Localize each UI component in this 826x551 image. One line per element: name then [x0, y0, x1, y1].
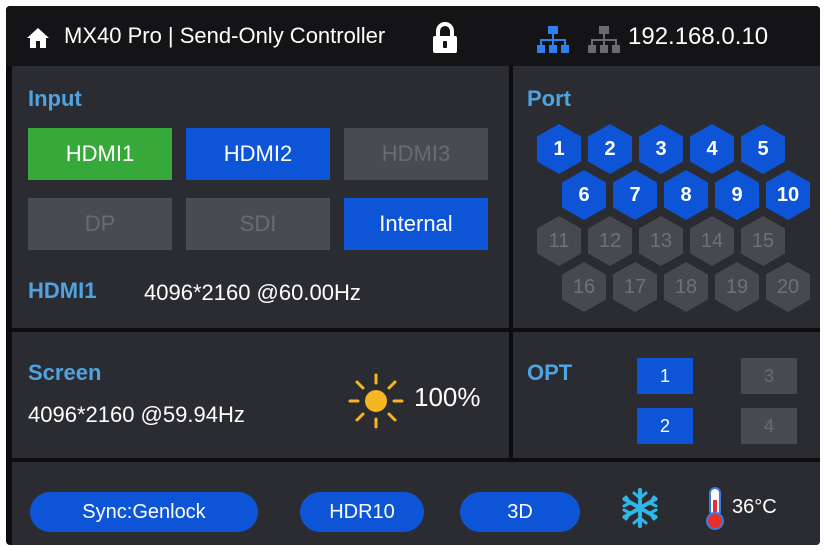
screen-resolution: 4096*2160 @59.94Hz [28, 402, 245, 427]
port-17[interactable]: 17 [613, 262, 657, 312]
port-4[interactable]: 4 [690, 124, 734, 174]
port-19[interactable]: 19 [715, 262, 759, 312]
port-6[interactable]: 6 [562, 170, 606, 220]
input-source-resolution: 4096*2160 @60.00Hz [144, 280, 361, 305]
port-10[interactable]: 10 [766, 170, 810, 220]
network-icon [537, 26, 569, 53]
controller-screen: MX40 Pro | Send-Only Controller 192.168.… [6, 6, 820, 545]
port-2[interactable]: 2 [588, 124, 632, 174]
port-12[interactable]: 12 [588, 216, 632, 266]
port-14[interactable]: 14 [690, 216, 734, 266]
snowflake-icon [622, 488, 658, 528]
port-16[interactable]: 16 [562, 262, 606, 312]
3d-button[interactable]: 3D [460, 492, 580, 532]
opt-panel: OPT 1 2 3 4 [513, 332, 820, 458]
port-11[interactable]: 11 [537, 216, 581, 266]
input-hdmi3-button[interactable]: HDMI3 [344, 128, 488, 180]
status-bar: MX40 Pro | Send-Only Controller 192.168.… [6, 6, 820, 66]
port-18[interactable]: 18 [664, 262, 708, 312]
ip-address: 192.168.0.10 [628, 23, 769, 50]
port-title: Port [527, 86, 571, 111]
input-dp-button[interactable]: DP [28, 198, 172, 250]
input-sdi-button[interactable]: SDI [186, 198, 330, 250]
port-1[interactable]: 1 [537, 124, 581, 174]
port-13[interactable]: 13 [639, 216, 683, 266]
sync-genlock-button[interactable]: Sync:Genlock [30, 492, 258, 532]
port-7[interactable]: 7 [613, 170, 657, 220]
port-20[interactable]: 20 [766, 262, 810, 312]
port-15[interactable]: 15 [741, 216, 785, 266]
network-icon [588, 26, 620, 53]
input-hdmi1-button[interactable]: HDMI1 [28, 128, 172, 180]
input-source-label: HDMI1 [28, 278, 97, 303]
opt-button-3[interactable]: 3 [741, 358, 797, 394]
brightness-icon[interactable] [347, 372, 405, 430]
input-internal-button[interactable]: Internal [344, 198, 488, 250]
screen-panel: Screen 4096*2160 @59.94Hz 100% [12, 332, 509, 458]
opt-button-4[interactable]: 4 [741, 408, 797, 444]
opt-button-1[interactable]: 1 [637, 358, 693, 394]
port-8[interactable]: 8 [664, 170, 708, 220]
port-9[interactable]: 9 [715, 170, 759, 220]
input-title: Input [28, 86, 82, 111]
footer-status-bar: Sync:Genlock HDR10 3D 36°C [12, 462, 820, 545]
screen-title: Screen [28, 360, 102, 385]
home-icon[interactable] [26, 27, 50, 49]
brightness-value: 100% [414, 382, 481, 412]
lock-icon[interactable] [430, 22, 460, 54]
opt-title: OPT [527, 360, 573, 385]
device-title: MX40 Pro | Send-Only Controller [64, 23, 386, 48]
thermometer-icon [706, 487, 724, 530]
temperature-value: 36°C [732, 496, 777, 518]
port-5[interactable]: 5 [741, 124, 785, 174]
hdr10-button[interactable]: HDR10 [300, 492, 424, 532]
port-3[interactable]: 3 [639, 124, 683, 174]
opt-button-2[interactable]: 2 [637, 408, 693, 444]
port-panel: Port 1 2 3 4 5 6 7 8 9 10 11 12 13 14 15 16 17 18 19 20 [513, 66, 820, 328]
input-panel: Input HDMI1 HDMI2 HDMI3 DP SDI Internal … [12, 66, 509, 328]
input-hdmi2-button[interactable]: HDMI2 [186, 128, 330, 180]
